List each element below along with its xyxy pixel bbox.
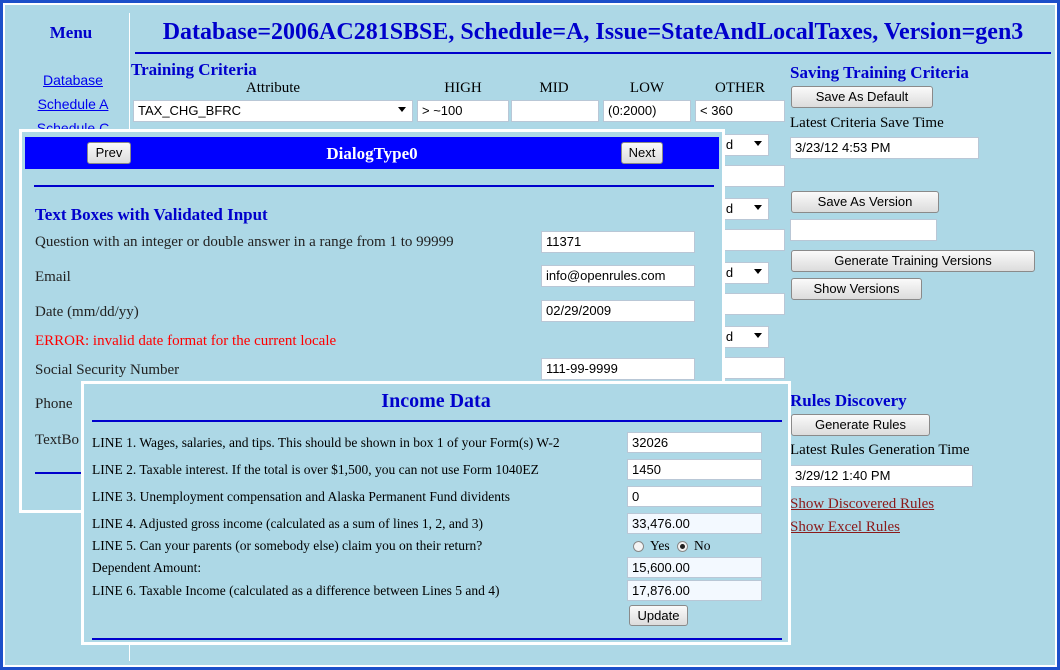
line4-label: LINE 4. Adjusted gross income (calculate… <box>92 516 484 531</box>
menu-title: Menu <box>49 23 93 42</box>
training-criteria-heading: Training Criteria <box>131 60 257 79</box>
latest-rules-generation-label: Latest Rules Generation Time <box>790 442 970 458</box>
attribute-select-value: TAX_CHG_BFRC <box>138 103 242 118</box>
email-label: Email <box>35 269 71 285</box>
ssn-field[interactable]: 111-99-9999 <box>541 358 695 380</box>
validated-input-heading: Text Boxes with Validated Input <box>35 205 268 224</box>
column-header-other: OTHER <box>715 80 765 96</box>
latest-criteria-save-label: Latest Criteria Save Time <box>790 115 944 131</box>
save-as-default-button[interactable]: Save As Default <box>791 86 933 108</box>
header-divider <box>135 52 1051 54</box>
generate-rules-button[interactable]: Generate Rules <box>791 414 930 436</box>
line5-no-label: No <box>694 538 711 553</box>
line3-input[interactable]: 0 <box>627 486 762 507</box>
high-input[interactable]: > ~100 <box>417 100 509 122</box>
attribute-select[interactable]: TAX_CHG_BFRC <box>133 100 413 122</box>
chevron-down-icon <box>754 333 762 338</box>
line5-no-radio[interactable] <box>677 541 688 552</box>
phone-label: Phone <box>35 396 73 412</box>
line5-yes-radio[interactable] <box>633 541 644 552</box>
column-header-attribute: Attribute <box>245 80 301 96</box>
menu-link-database[interactable]: Database <box>13 72 133 88</box>
show-excel-rules-link[interactable]: Show Excel Rules <box>790 519 900 536</box>
range-question-input[interactable]: 11371 <box>541 231 695 253</box>
dependent-amount-label: Dependent Amount: <box>92 560 202 575</box>
line5-yes-label: Yes <box>650 538 670 553</box>
date-field[interactable]: 02/29/2009 <box>541 300 695 322</box>
column-header-high: HIGH <box>444 80 482 96</box>
line5-label: LINE 5. Can your parents (or somebody el… <box>92 538 483 553</box>
date-error-message: ERROR: invalid date format for the curre… <box>35 333 337 349</box>
chevron-down-icon <box>754 269 762 274</box>
ssn-label: Social Security Number <box>35 362 180 378</box>
dialog-title: DialogType0 <box>326 144 418 163</box>
show-versions-button[interactable]: Show Versions <box>791 278 922 300</box>
income-bottom-divider <box>92 638 782 640</box>
dialog-title-bar: Prev DialogType0 Next <box>25 137 719 169</box>
chevron-down-icon <box>754 205 762 210</box>
save-as-version-button[interactable]: Save As Version <box>791 191 939 213</box>
saving-criteria-heading: Saving Training Criteria <box>790 63 969 82</box>
dependent-amount-output: 15,600.00 <box>627 557 762 578</box>
line4-output: 33,476.00 <box>627 513 762 534</box>
line6-label: LINE 6. Taxable Income (calculated as a … <box>92 583 500 598</box>
latest-criteria-save-time: 3/23/12 4:53 PM <box>790 137 979 159</box>
page-title: Database=2006AC281SBSE, Schedule=A, Issu… <box>162 19 1024 45</box>
range-question-label: Question with an integer or double answe… <box>35 234 454 250</box>
update-button[interactable]: Update <box>629 605 688 626</box>
generate-training-versions-button[interactable]: Generate Training Versions <box>791 250 1035 272</box>
date-label: Date (mm/dd/yy) <box>35 304 139 320</box>
income-data-dialog: Income Data LINE 1. Wages, salaries, and… <box>81 381 791 645</box>
dialog-bottom-divider <box>35 472 85 474</box>
app-frame: Menu Database Schedule A Schedule C Data… <box>3 3 1057 667</box>
line2-input[interactable]: 1450 <box>627 459 762 480</box>
email-field[interactable]: info@openrules.com <box>541 265 695 287</box>
show-discovered-rules-link[interactable]: Show Discovered Rules <box>790 496 934 513</box>
line2-label: LINE 2. Taxable interest. If the total i… <box>92 462 539 477</box>
line1-input[interactable]: 32026 <box>627 432 762 453</box>
menu-link-schedule-a[interactable]: Schedule A <box>13 96 133 112</box>
column-header-mid: MID <box>539 80 569 96</box>
latest-rules-generation-time: 3/29/12 1:40 PM <box>790 465 973 487</box>
line1-label: LINE 1. Wages, salaries, and tips. This … <box>92 435 560 450</box>
low-input[interactable]: (0:2000) <box>603 100 691 122</box>
mid-input[interactable] <box>511 100 599 122</box>
income-divider <box>92 420 782 422</box>
line3-label: LINE 3. Unemployment compensation and Al… <box>92 489 511 504</box>
chevron-down-icon <box>754 141 762 146</box>
column-header-low: LOW <box>629 80 665 96</box>
textbox-label: TextBo <box>35 432 79 448</box>
income-data-title: Income Data <box>381 390 491 412</box>
dialog-divider <box>34 185 714 187</box>
version-name-input[interactable] <box>790 219 937 241</box>
next-button[interactable]: Next <box>621 142 663 164</box>
line6-output: 17,876.00 <box>627 580 762 601</box>
chevron-down-icon <box>398 107 406 112</box>
rules-discovery-heading: Rules Discovery <box>790 391 907 410</box>
other-input[interactable]: < 360 <box>695 100 785 122</box>
